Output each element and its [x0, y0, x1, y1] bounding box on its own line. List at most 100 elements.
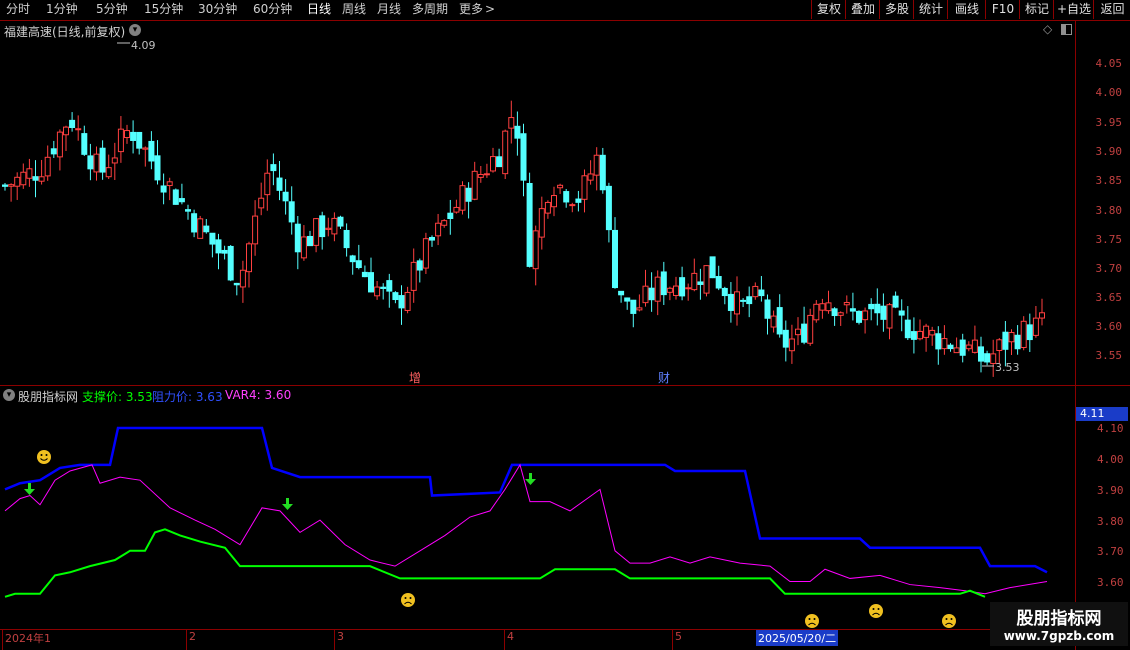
candle-body — [136, 131, 143, 149]
candle-body — [654, 276, 661, 302]
candle-body — [795, 328, 801, 336]
candle-body — [392, 292, 399, 301]
candle-body — [386, 280, 393, 292]
candle-body — [63, 126, 69, 136]
candle-body — [453, 206, 460, 213]
watermark-logo: 股朋指标网 www.7gpzb.com — [990, 602, 1128, 646]
candle-body — [1020, 320, 1027, 349]
candle-body — [410, 261, 417, 291]
cursor-date-label: 2025/05/20/二 — [756, 630, 839, 646]
candle-body — [703, 265, 710, 294]
candle-body — [374, 286, 381, 297]
candle-body — [1014, 334, 1021, 350]
candlestick-series — [2, 100, 1045, 377]
candle-body — [203, 225, 210, 233]
candle-body — [1026, 324, 1033, 341]
candle-body — [575, 198, 582, 203]
candle-body — [270, 164, 277, 172]
candle-body — [593, 154, 600, 176]
candle-body — [740, 299, 747, 302]
candle-body — [532, 230, 539, 270]
candle-body — [856, 310, 862, 323]
watermark-title: 股朋指标网 — [1016, 609, 1102, 629]
candle-body — [971, 339, 978, 353]
candle-body — [819, 303, 826, 311]
candle-body — [837, 312, 844, 316]
candle-body — [215, 239, 222, 254]
candle-body — [172, 189, 179, 205]
candle-body — [258, 197, 265, 209]
date-label: 2024年1 — [5, 632, 51, 645]
date-label: 5 — [675, 630, 682, 643]
candle-body — [93, 153, 100, 173]
candle-body — [874, 303, 881, 314]
sad-face-icon — [805, 614, 819, 628]
candle-body — [477, 173, 484, 178]
candle-body — [117, 128, 124, 153]
candle-body — [581, 175, 588, 200]
candle-body — [124, 130, 130, 139]
candle-body — [32, 176, 39, 181]
candle-body — [441, 220, 448, 226]
sad-face-icon — [869, 604, 883, 618]
candle-body — [642, 285, 649, 304]
candle-body — [490, 156, 496, 172]
candle-body — [246, 243, 252, 273]
candle-body — [239, 269, 246, 288]
candle-body — [660, 271, 667, 296]
candle-body — [648, 287, 655, 301]
date-label: 2 — [189, 630, 196, 643]
candle-body — [709, 256, 716, 279]
candle-body — [197, 218, 204, 239]
candle-body — [849, 308, 856, 312]
sad-face-icon — [942, 614, 956, 628]
low-price-label: 3.53 — [995, 361, 1020, 374]
candle-body — [38, 176, 45, 182]
candle-body — [185, 209, 191, 212]
candle-body — [264, 172, 271, 196]
candle-body — [764, 299, 771, 319]
candle-body — [20, 171, 27, 186]
candle-body — [984, 353, 991, 363]
candle-body — [868, 303, 875, 310]
candle-body — [862, 310, 869, 321]
candle-body — [544, 201, 551, 214]
candle-body — [587, 173, 594, 181]
candle-body — [459, 185, 466, 211]
candle-body — [325, 227, 332, 230]
indicator-series — [4, 426, 1048, 598]
candle-body — [965, 344, 972, 350]
watermark-url: www.7gpzb.com — [1003, 629, 1115, 643]
candle-body — [8, 184, 15, 187]
down-arrow-icon — [525, 473, 536, 485]
candle-body — [941, 338, 948, 350]
candle-body — [666, 287, 673, 293]
candle-body — [148, 140, 155, 162]
down-arrow-icon — [282, 498, 293, 510]
zeng-marker: 增 — [409, 371, 421, 385]
candle-body — [947, 344, 954, 350]
candle-body — [599, 154, 606, 191]
candle-body — [56, 131, 63, 158]
candle-body — [904, 319, 911, 339]
candle-body — [221, 249, 228, 254]
candle-body — [1002, 331, 1009, 350]
candle-body — [343, 229, 350, 249]
candle-body — [50, 148, 57, 155]
candle-body — [929, 329, 936, 336]
candle-body — [1008, 332, 1015, 343]
candle-body — [81, 133, 88, 155]
candle-body — [715, 276, 722, 289]
candle-body — [636, 307, 643, 311]
candle-body — [514, 125, 521, 139]
candle-body — [959, 339, 966, 356]
candle-body — [691, 272, 698, 291]
candle-body — [447, 212, 454, 220]
candle-body — [319, 215, 326, 238]
candle-body — [508, 117, 515, 129]
candle-body — [142, 147, 149, 150]
candle-body — [807, 314, 814, 344]
candle-body — [471, 170, 478, 200]
candle-body — [166, 181, 173, 187]
candle-body — [331, 217, 338, 235]
